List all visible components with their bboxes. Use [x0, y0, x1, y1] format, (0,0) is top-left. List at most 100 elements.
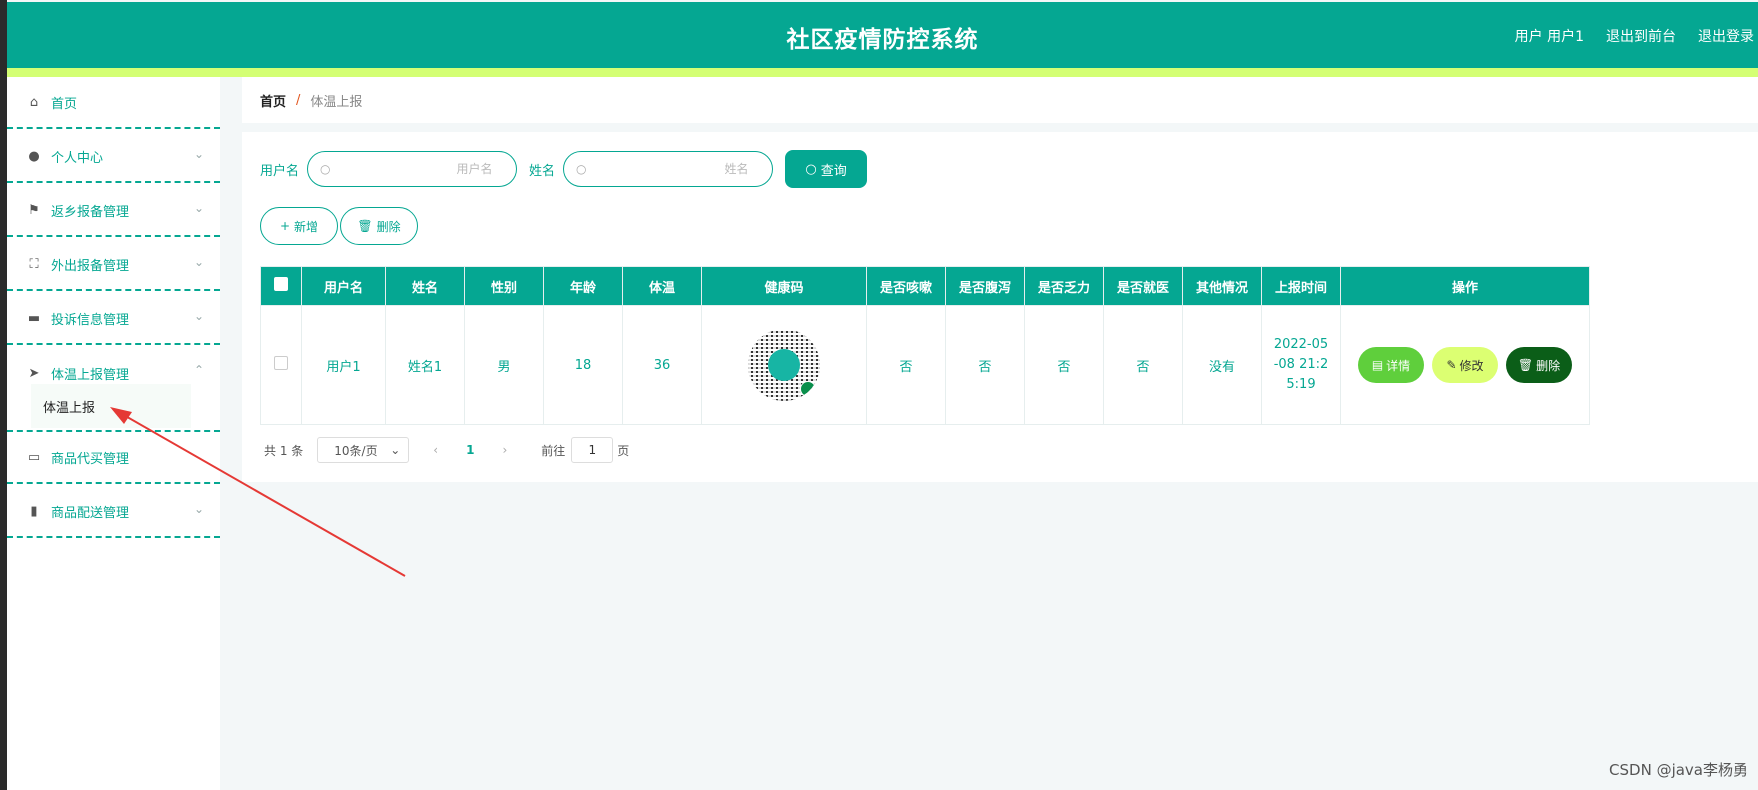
page-number[interactable]: 1 [466, 443, 474, 457]
search-icon: ○ [805, 161, 817, 177]
column-header: 是否腹泻 [945, 266, 1025, 306]
sidebar-item-return-report[interactable]: ⚑ 返乡报备管理 ⌄ [7, 185, 220, 237]
row-checkbox[interactable] [274, 356, 288, 370]
column-header: 体温 [622, 266, 702, 306]
chevron-down-icon: ⌄ [193, 147, 204, 161]
sidebar-item-label: 商品代买管理 [51, 451, 130, 467]
back-to-front-link[interactable]: 退出到前台 [1606, 26, 1676, 46]
name-label: 姓名 [529, 163, 556, 179]
sidebar-item-outing-report[interactable]: ⛶ 外出报备管理 ⌄ [7, 239, 220, 291]
sidebar-item-purchase[interactable]: ▭ 商品代买管理 [7, 432, 220, 484]
column-header: 健康码 [701, 266, 867, 306]
data-table: 用户名 姓名 性别 年龄 体温 健康码 是否咳嗽 是否腹泻 是否乏力 是否就医 … [260, 266, 1590, 425]
delete-button-label: 删除 [376, 219, 401, 234]
query-button-label: 查询 [820, 163, 847, 179]
header-accent-bar [7, 68, 1758, 77]
trash-icon: 🗑 [1517, 358, 1534, 372]
column-header: 是否乏力 [1024, 266, 1104, 306]
table-row: 用户1 姓名1 男 18 36 否 否 否 否 没有 2022-05-08 21… [260, 305, 1590, 425]
page-unit-label: 页 [617, 443, 630, 458]
send-icon: ➤ [28, 365, 40, 381]
breadcrumb: 首页 / 体温上报 [242, 77, 1758, 123]
chevron-up-icon: ⌃ [193, 363, 204, 377]
query-button[interactable]: ○ 查询 [785, 150, 868, 188]
edit-button-label: 修改 [1459, 358, 1484, 373]
plus-icon: + [279, 219, 291, 233]
column-header: 其他情况 [1182, 266, 1262, 306]
sidebar-item-home[interactable]: ⌂ 首页 [7, 77, 220, 129]
sidebar-item-label: 外出报备管理 [51, 258, 130, 274]
column-header: 操作 [1340, 266, 1590, 306]
breadcrumb-separator: / [296, 92, 301, 108]
picture-icon: ▭ [27, 449, 41, 465]
cell-health-code [701, 305, 867, 425]
chevron-down-icon: ⌄ [193, 201, 204, 215]
username-search-field[interactable]: ○ [307, 151, 518, 187]
breadcrumb-current: 体温上报 [310, 94, 363, 110]
column-header: 上报时间 [1261, 266, 1341, 306]
sidebar-item-label: 体温上报管理 [51, 367, 130, 383]
cell-cough: 否 [866, 305, 946, 425]
chevron-down-icon: ⌄ [390, 443, 401, 457]
search-icon: ○ [320, 162, 331, 176]
cell-age: 18 [543, 305, 623, 425]
chevron-down-icon: ⌄ [193, 309, 204, 323]
cell-username: 用户1 [301, 305, 386, 425]
edit-button[interactable]: ✎ 修改 [1432, 347, 1498, 383]
user-icon: ● [28, 148, 40, 164]
detail-button[interactable]: ▤ 详情 [1358, 347, 1424, 383]
total-count: 共 1 条 [264, 443, 304, 458]
sidebar-item-label: 返乡报备管理 [51, 204, 130, 220]
sidebar-item-personal-center[interactable]: ● 个人中心 ⌄ [7, 131, 220, 183]
user-label[interactable]: 用户 用户1 [1515, 26, 1584, 46]
delete-button[interactable]: 🗑 删除 [1506, 347, 1572, 383]
next-page-icon[interactable]: › [502, 443, 507, 457]
goto-page-input[interactable] [571, 437, 614, 463]
logout-link[interactable]: 退出登录 [1698, 26, 1754, 46]
edit-icon: ✎ [1446, 358, 1457, 372]
qr-code-image[interactable] [748, 329, 820, 401]
home-icon: ⌂ [29, 94, 39, 110]
cell-gender: 男 [464, 305, 544, 425]
row-actions: ▤ 详情 ✎ 修改 🗑 删除 [1341, 347, 1589, 383]
username-input[interactable] [330, 161, 495, 177]
fullscreen-icon: ⛶ [29, 256, 39, 272]
breadcrumb-home[interactable]: 首页 [260, 91, 286, 110]
cell-actions: ▤ 详情 ✎ 修改 🗑 删除 [1340, 305, 1590, 425]
page-size-select[interactable]: 10条/页 ⌄ [317, 437, 410, 463]
trash-icon: 🗑 [357, 219, 373, 233]
cell-other: 没有 [1182, 305, 1262, 425]
sidebar-item-delivery[interactable]: ▮ 商品配送管理 ⌄ [7, 486, 220, 538]
sidebar-item-complaint[interactable]: ▬ 投诉信息管理 ⌄ [7, 293, 220, 345]
cell-medical: 否 [1103, 305, 1183, 425]
batch-delete-button[interactable]: 🗑 删除 [340, 207, 418, 245]
chevron-down-icon: ⌄ [193, 502, 204, 516]
sidebar-subitem-temperature[interactable]: 体温上报 [31, 384, 191, 428]
goto-label: 前往 [541, 443, 566, 458]
flag-icon: ⚑ [28, 202, 40, 218]
cell-diarrhea: 否 [945, 305, 1025, 425]
select-all-checkbox[interactable] [274, 277, 288, 291]
row-select-cell[interactable] [260, 305, 302, 425]
name-input[interactable] [586, 161, 751, 177]
pagination: 共 1 条 10条/页 ⌄ ‹ 1 › 前往 页 [264, 437, 629, 463]
cell-temperature: 36 [622, 305, 702, 425]
sidebar: ⌂ 首页 ● 个人中心 ⌄ ⚑ 返乡报备管理 ⌄ ⛶ 外出报备管理 ⌄ ▬ 投诉… [7, 77, 220, 790]
sidebar-item-label: 首页 [51, 96, 78, 112]
ticket-icon: ▬ [27, 310, 41, 326]
cell-fatigue: 否 [1024, 305, 1104, 425]
add-button-label: 新增 [294, 219, 319, 234]
header-links: 用户 用户1 退出到前台 退出登录 [1515, 26, 1754, 46]
sidebar-item-label: 个人中心 [51, 150, 104, 166]
cell-name: 姓名1 [385, 305, 465, 425]
username-label: 用户名 [260, 163, 300, 179]
qr-center-logo [768, 349, 800, 381]
add-button[interactable]: + 新增 [260, 207, 338, 245]
prev-page-icon[interactable]: ‹ [433, 443, 438, 457]
search-icon: ○ [576, 162, 587, 176]
table-header-row: 用户名 姓名 性别 年龄 体温 健康码 是否咳嗽 是否腹泻 是否乏力 是否就医 … [260, 266, 1590, 306]
name-search-field[interactable]: ○ [563, 151, 774, 187]
column-header: 用户名 [301, 266, 386, 306]
select-all-cell[interactable] [260, 266, 302, 306]
cell-report-time: 2022-05-08 21:25:19 [1261, 305, 1341, 425]
